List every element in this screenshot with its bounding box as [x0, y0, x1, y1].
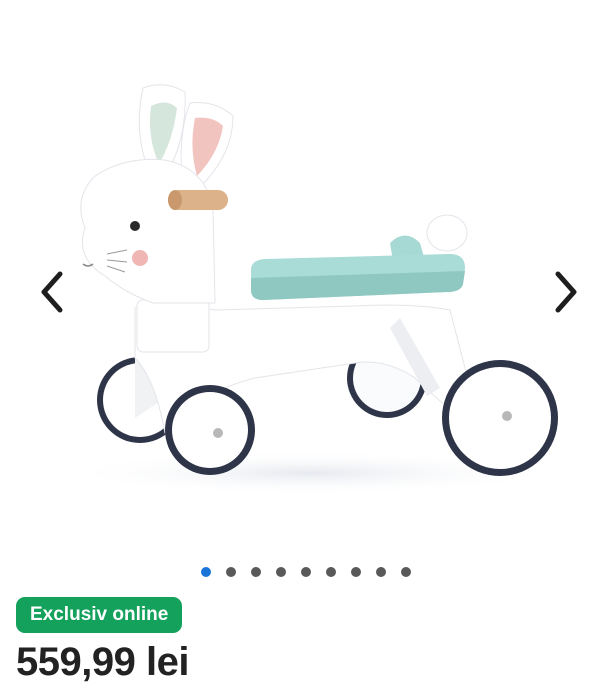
chevron-left-icon — [41, 271, 63, 313]
gallery-dot[interactable] — [376, 567, 386, 577]
product-image-gallery — [0, 0, 612, 555]
gallery-dot[interactable] — [301, 567, 311, 577]
product-image — [60, 84, 560, 495]
gallery-dot[interactable] — [276, 567, 286, 577]
next-image-button[interactable] — [548, 268, 584, 316]
previous-image-button[interactable] — [34, 268, 70, 316]
chevron-right-icon — [555, 271, 577, 313]
product-price: 559,99 lei — [16, 640, 189, 684]
gallery-dot[interactable] — [226, 567, 236, 577]
gallery-dot[interactable] — [326, 567, 336, 577]
gallery-dot[interactable] — [201, 567, 211, 577]
gallery-dot[interactable] — [251, 567, 261, 577]
gallery-dot[interactable] — [351, 567, 361, 577]
exclusive-online-badge: Exclusiv online — [16, 597, 183, 633]
gallery-pagination — [0, 567, 612, 577]
gallery-dot[interactable] — [401, 567, 411, 577]
